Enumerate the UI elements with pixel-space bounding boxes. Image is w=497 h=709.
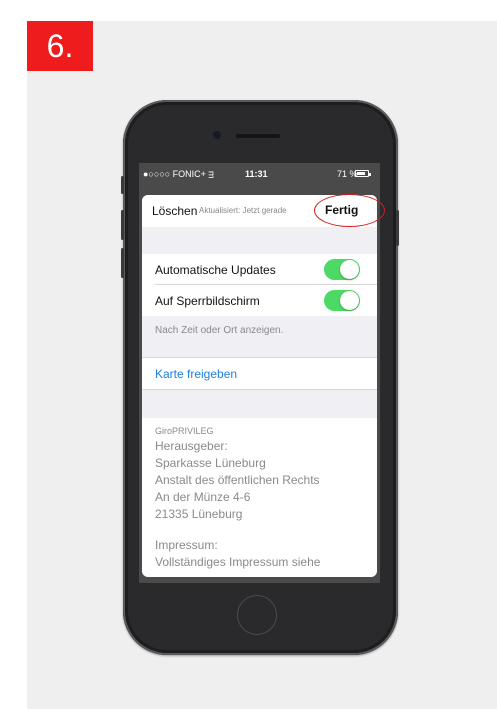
updated-status: Aktualisiert: Jetzt gerade xyxy=(199,206,287,215)
share-card-link[interactable]: Karte freigeben xyxy=(155,367,237,381)
battery-icon xyxy=(355,170,371,177)
pass-back-info: GiroPRIVILEG Herausgeber: Sparkasse Lüne… xyxy=(155,425,370,571)
mute-switch xyxy=(121,176,124,194)
publisher-street: An der Münze 4-6 xyxy=(155,490,251,504)
delete-button[interactable]: Löschen xyxy=(152,204,197,218)
hint-section xyxy=(142,316,377,357)
lock-screen-row: Auf Sperrbildschirm xyxy=(142,285,377,316)
imprint-label: Impressum: xyxy=(155,538,218,552)
publisher-label: Herausgeber: xyxy=(155,439,228,453)
phone-screen: ●○○○○ FONIC+ ᴟ 11:31 71 % Löschen Aktual… xyxy=(139,163,380,583)
publisher-type: Anstalt des öffentlichen Rechts xyxy=(155,473,320,487)
volume-down-button xyxy=(121,248,124,278)
front-camera xyxy=(213,131,221,139)
lock-screen-label: Auf Sperrbildschirm xyxy=(155,294,260,308)
earpiece-speaker xyxy=(236,134,280,138)
step-badge: 6. xyxy=(27,21,93,71)
volume-up-button xyxy=(121,210,124,240)
card-name: GiroPRIVILEG xyxy=(155,426,214,436)
home-button[interactable] xyxy=(237,595,277,635)
status-bar: ●○○○○ FONIC+ ᴟ 11:31 71 % xyxy=(139,163,380,185)
publisher-name: Sparkasse Lüneburg xyxy=(155,456,266,470)
power-button xyxy=(396,210,399,246)
lock-screen-toggle[interactable] xyxy=(324,290,360,311)
publisher-city: 21335 Lüneburg xyxy=(155,507,243,521)
section-gap xyxy=(142,227,377,254)
auto-updates-label: Automatische Updates xyxy=(155,263,276,277)
done-button[interactable]: Fertig xyxy=(325,203,358,217)
pass-details-card: Löschen Aktualisiert: Jetzt gerade Ferti… xyxy=(142,195,377,577)
auto-updates-row: Automatische Updates xyxy=(142,254,377,285)
time-location-hint: Nach Zeit oder Ort anzeigen. xyxy=(155,325,284,336)
share-card-row: Karte freigeben xyxy=(142,357,377,389)
status-time: 11:31 xyxy=(245,169,268,179)
imprint-text: Vollständiges Impressum siehe xyxy=(155,555,321,569)
nav-bar: Löschen Aktualisiert: Jetzt gerade Ferti… xyxy=(142,195,377,227)
section-gap xyxy=(142,389,377,418)
auto-updates-toggle[interactable] xyxy=(324,259,360,280)
carrier-signal: ●○○○○ FONIC+ ᴟ xyxy=(143,169,214,179)
